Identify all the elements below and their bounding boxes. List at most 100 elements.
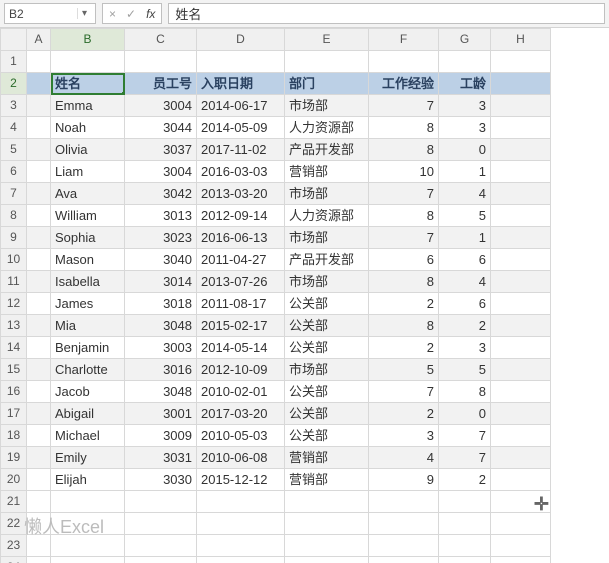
column-header-G[interactable]: G	[439, 29, 491, 51]
column-header-H[interactable]: H	[491, 29, 551, 51]
cell-E4[interactable]: 人力资源部	[285, 117, 369, 139]
cell-E24[interactable]	[285, 557, 369, 563]
cell-D1[interactable]	[197, 51, 285, 73]
cell-H12[interactable]	[491, 293, 551, 315]
cell-G14[interactable]: 3	[439, 337, 491, 359]
cell-C11[interactable]: 3014	[125, 271, 197, 293]
cell-E8[interactable]: 人力资源部	[285, 205, 369, 227]
cell-B21[interactable]	[51, 491, 125, 513]
cell-B16[interactable]: Jacob	[51, 381, 125, 403]
cell-A5[interactable]	[27, 139, 51, 161]
cell-G8[interactable]: 5	[439, 205, 491, 227]
cell-B24[interactable]	[51, 557, 125, 563]
cell-F6[interactable]: 10	[369, 161, 439, 183]
cell-F18[interactable]: 3	[369, 425, 439, 447]
cell-B6[interactable]: Liam	[51, 161, 125, 183]
cell-A7[interactable]	[27, 183, 51, 205]
row-header-14[interactable]: 14	[1, 337, 27, 359]
cell-H23[interactable]	[491, 535, 551, 557]
cell-D8[interactable]: 2012-09-14	[197, 205, 285, 227]
cell-C5[interactable]: 3037	[125, 139, 197, 161]
cell-H14[interactable]	[491, 337, 551, 359]
cell-G7[interactable]: 4	[439, 183, 491, 205]
cell-C19[interactable]: 3031	[125, 447, 197, 469]
row-header-2[interactable]: 2	[1, 73, 27, 95]
cell-G22[interactable]	[439, 513, 491, 535]
cell-E17[interactable]: 公关部	[285, 403, 369, 425]
cell-B4[interactable]: Noah	[51, 117, 125, 139]
cell-C6[interactable]: 3004	[125, 161, 197, 183]
cell-C20[interactable]: 3030	[125, 469, 197, 491]
cell-H19[interactable]	[491, 447, 551, 469]
cell-A14[interactable]	[27, 337, 51, 359]
cell-B18[interactable]: Michael	[51, 425, 125, 447]
cell-A9[interactable]	[27, 227, 51, 249]
cell-F8[interactable]: 8	[369, 205, 439, 227]
cell-A3[interactable]	[27, 95, 51, 117]
name-box[interactable]: B2 ▾	[4, 3, 96, 24]
cell-H6[interactable]	[491, 161, 551, 183]
cell-F14[interactable]: 2	[369, 337, 439, 359]
column-header-C[interactable]: C	[125, 29, 197, 51]
cell-E1[interactable]	[285, 51, 369, 73]
cell-A12[interactable]	[27, 293, 51, 315]
cell-G16[interactable]: 8	[439, 381, 491, 403]
cell-G12[interactable]: 6	[439, 293, 491, 315]
cell-C10[interactable]: 3040	[125, 249, 197, 271]
cell-F21[interactable]	[369, 491, 439, 513]
cell-E18[interactable]: 公关部	[285, 425, 369, 447]
cell-H17[interactable]	[491, 403, 551, 425]
cell-E16[interactable]: 公关部	[285, 381, 369, 403]
cell-E22[interactable]	[285, 513, 369, 535]
cell-G24[interactable]	[439, 557, 491, 563]
cell-C8[interactable]: 3013	[125, 205, 197, 227]
cell-E19[interactable]: 营销部	[285, 447, 369, 469]
cell-B17[interactable]: Abigail	[51, 403, 125, 425]
cell-B10[interactable]: Mason	[51, 249, 125, 271]
cell-B12[interactable]: James	[51, 293, 125, 315]
cell-B2[interactable]: 姓名	[51, 73, 125, 95]
cell-B9[interactable]: Sophia	[51, 227, 125, 249]
cell-D5[interactable]: 2017-11-02	[197, 139, 285, 161]
cell-B20[interactable]: Elijah	[51, 469, 125, 491]
cell-H13[interactable]	[491, 315, 551, 337]
cell-F11[interactable]: 8	[369, 271, 439, 293]
cell-A11[interactable]	[27, 271, 51, 293]
cell-G20[interactable]: 2	[439, 469, 491, 491]
spreadsheet-grid[interactable]: ABCDEFGH12姓名员工号入职日期部门工作经验工龄3Emma30042014…	[0, 28, 609, 563]
cell-G17[interactable]: 0	[439, 403, 491, 425]
cell-F22[interactable]	[369, 513, 439, 535]
cell-A19[interactable]	[27, 447, 51, 469]
row-header-9[interactable]: 9	[1, 227, 27, 249]
cell-D21[interactable]	[197, 491, 285, 513]
cell-H10[interactable]	[491, 249, 551, 271]
cell-H8[interactable]	[491, 205, 551, 227]
cell-H20[interactable]	[491, 469, 551, 491]
cell-C14[interactable]: 3003	[125, 337, 197, 359]
cell-G2[interactable]: 工龄	[439, 73, 491, 95]
cell-B11[interactable]: Isabella	[51, 271, 125, 293]
chevron-down-icon[interactable]: ▾	[77, 8, 91, 19]
row-header-17[interactable]: 17	[1, 403, 27, 425]
column-header-A[interactable]: A	[27, 29, 51, 51]
cell-C16[interactable]: 3048	[125, 381, 197, 403]
cell-A20[interactable]	[27, 469, 51, 491]
cell-G21[interactable]	[439, 491, 491, 513]
cell-F10[interactable]: 6	[369, 249, 439, 271]
cell-D17[interactable]: 2017-03-20	[197, 403, 285, 425]
cell-G18[interactable]: 7	[439, 425, 491, 447]
cell-E21[interactable]	[285, 491, 369, 513]
cell-G10[interactable]: 6	[439, 249, 491, 271]
cell-G15[interactable]: 5	[439, 359, 491, 381]
cell-B3[interactable]: Emma	[51, 95, 125, 117]
cell-H7[interactable]	[491, 183, 551, 205]
cell-D19[interactable]: 2010-06-08	[197, 447, 285, 469]
cell-A21[interactable]	[27, 491, 51, 513]
cell-D13[interactable]: 2015-02-17	[197, 315, 285, 337]
cell-G3[interactable]: 3	[439, 95, 491, 117]
cell-F20[interactable]: 9	[369, 469, 439, 491]
cancel-icon[interactable]: ×	[109, 8, 116, 20]
cell-D10[interactable]: 2011-04-27	[197, 249, 285, 271]
cell-C9[interactable]: 3023	[125, 227, 197, 249]
cell-C18[interactable]: 3009	[125, 425, 197, 447]
